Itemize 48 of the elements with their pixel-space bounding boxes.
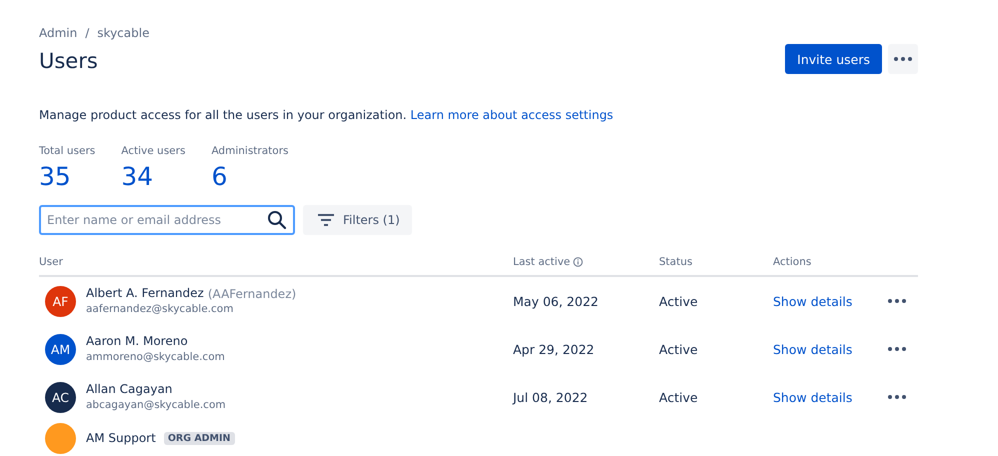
show-details-link[interactable]: Show details <box>773 294 888 308</box>
last-active-date: Jul 08, 2022 <box>513 390 589 404</box>
search-icon <box>267 210 287 230</box>
user-name: Allan Cagayan <box>86 381 172 398</box>
filter-icon <box>317 213 335 227</box>
description-text: Manage product access for all the users in your organization. Learn more about access settings <box>39 107 614 124</box>
more-icon[interactable] <box>888 299 906 303</box>
user-email: abcagayan@skycable.com <box>86 398 226 413</box>
access-settings-link[interactable]: Learn more about access settings <box>410 108 614 122</box>
last-active-date: May 06, 2022 <box>513 294 600 308</box>
column-header: Actions <box>773 256 812 268</box>
stat-label: Total users <box>39 144 96 158</box>
stat-value: 34 <box>121 161 154 193</box>
role-badge: ORG ADMIN <box>164 432 235 445</box>
show-details-link[interactable]: Show details <box>773 342 888 356</box>
show-details-link[interactable]: Show details <box>773 390 888 404</box>
avatar: AF <box>45 286 76 316</box>
more-icon <box>894 57 912 61</box>
more-button[interactable] <box>888 44 918 74</box>
avatar: AC <box>45 382 76 412</box>
status-text: Active <box>659 294 699 308</box>
filters-button[interactable]: Filters (1) <box>303 205 412 235</box>
column-header: Status <box>659 256 694 268</box>
stat-value: 6 <box>211 161 228 193</box>
user-email: aafernandez@skycable.com <box>86 302 234 317</box>
search-field[interactable]: Enter name or email address <box>39 205 295 235</box>
username: (AAFernandez) <box>208 286 296 300</box>
stat-label: Active users <box>121 144 186 158</box>
invite-users-button[interactable]: Invite users <box>785 44 882 74</box>
stat-value: 35 <box>39 161 72 193</box>
info-icon <box>573 257 584 267</box>
user-name: Aaron M. Moreno <box>86 333 188 350</box>
breadcrumb-link[interactable]: Admin <box>39 24 78 42</box>
avatar: AM <box>45 334 76 364</box>
column-header: User <box>39 256 64 268</box>
breadcrumb-link[interactable]: skycable <box>97 24 150 42</box>
status-text: Active <box>659 390 699 404</box>
column-header: Last active <box>513 256 570 268</box>
status-text: Active <box>659 342 699 356</box>
stat-label: Administrators <box>211 144 288 158</box>
more-icon[interactable] <box>888 395 906 399</box>
more-icon[interactable] <box>888 347 906 351</box>
page-title: Users <box>39 48 99 74</box>
last-active-date: Apr 29, 2022 <box>513 342 596 356</box>
breadcrumb-separator: / <box>85 25 90 42</box>
user-email: ammoreno@skycable.com <box>86 350 225 365</box>
user-name: AM Support <box>86 430 156 447</box>
user-name: Albert A. Fernandez <box>86 285 204 302</box>
